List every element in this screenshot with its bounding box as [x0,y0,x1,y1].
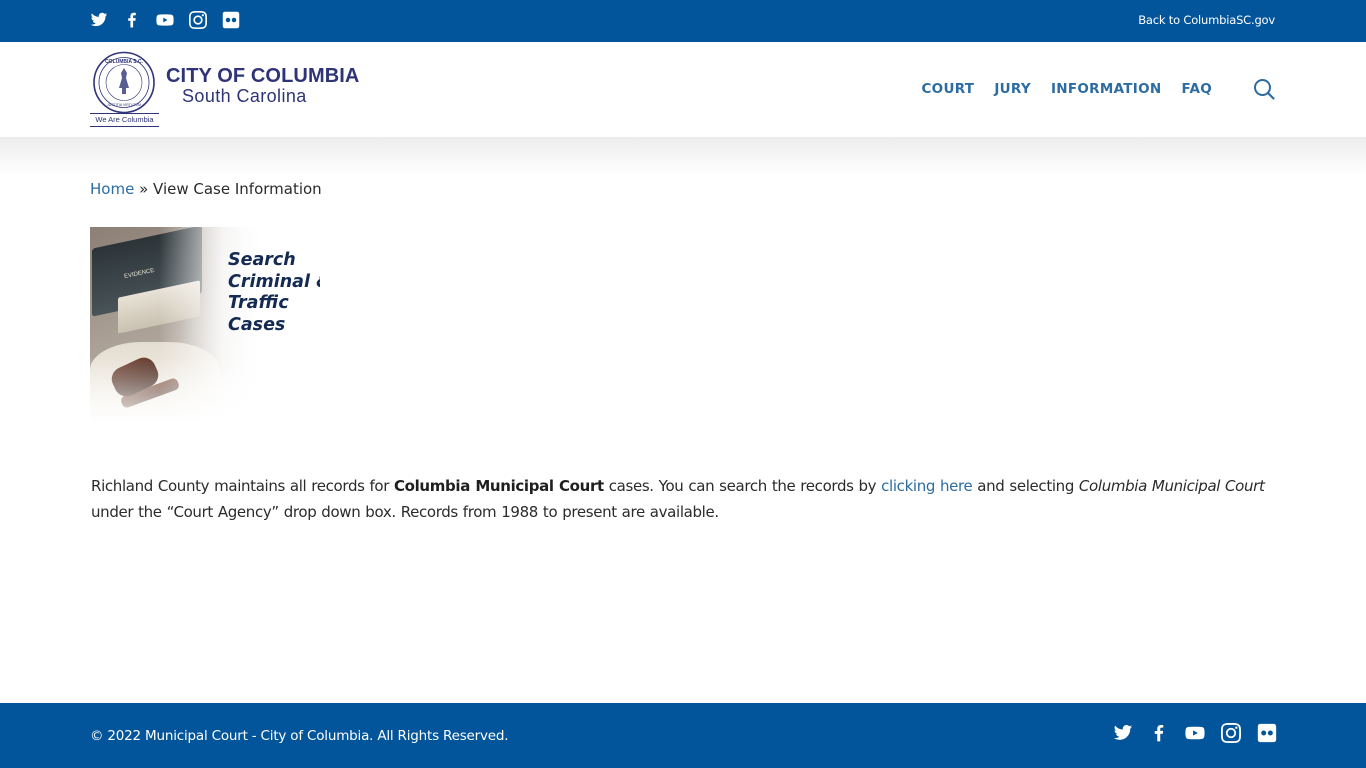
logo-state-name: South Carolina [182,86,307,106]
youtube-icon[interactable] [1185,723,1205,743]
clicking-here-link[interactable]: clicking here [881,477,973,495]
site-header: COLUMBIA S.C. JUSTITIA VIRTUTUM We Are C… [0,42,1366,137]
banner-text: Search Criminal & Traffic Cases [228,250,320,336]
breadcrumb-home[interactable]: Home [90,180,134,198]
breadcrumb-separator: » [134,180,154,198]
flickr-icon[interactable] [1257,723,1277,743]
text-segment: under the “Court Agency” drop down box. … [91,503,719,521]
nav-information[interactable]: INFORMATION [1051,81,1162,97]
banner-line: Cases [228,314,286,335]
text-segment: and selecting [972,477,1079,495]
back-to-columbiasc-link[interactable]: Back to ColumbiaSC.gov [1138,13,1275,27]
instagram-icon[interactable] [1221,723,1241,743]
facebook-icon[interactable] [123,11,141,29]
banner-line: Search [228,250,296,270]
nav-court[interactable]: COURT [921,81,974,97]
svg-text:COLUMBIA S.C.: COLUMBIA S.C. [105,59,143,65]
footer-social-links [1097,723,1277,743]
header-shadow [0,137,1366,175]
city-seal: COLUMBIA S.C. JUSTITIA VIRTUTUM We Are C… [90,51,159,127]
site-logo[interactable]: COLUMBIA S.C. JUSTITIA VIRTUTUM We Are C… [90,51,359,127]
main-nav: COURT JURY INFORMATION FAQ [921,81,1212,97]
logo-city-name: CITY OF COLUMBIA [166,65,360,87]
search-button[interactable] [1253,78,1275,100]
logo-text: CITY OF COLUMBIA South Carolina [166,65,359,105]
nav-faq[interactable]: FAQ [1182,81,1213,97]
case-info-paragraph: Richland County maintains all records fo… [91,473,1281,525]
banner-line: Criminal & [228,271,320,292]
facebook-icon[interactable] [1149,723,1169,743]
text-segment: Richland County maintains all records fo… [91,477,394,495]
court-agency-italic: Columbia Municipal Court [1078,477,1265,495]
top-social-links [90,11,255,29]
twitter-icon[interactable] [90,11,108,29]
twitter-icon[interactable] [1113,723,1133,743]
youtube-icon[interactable] [156,11,174,29]
svg-text:JUSTITIA VIRTUTUM: JUSTITIA VIRTUTUM [107,103,141,107]
nav-jury[interactable]: JURY [994,81,1031,97]
copyright-text: © 2022 Municipal Court - City of Columbi… [90,728,509,744]
breadcrumb-current: View Case Information [153,180,322,198]
banner-line: Traffic [228,293,289,313]
instagram-icon[interactable] [189,11,207,29]
search-cases-banner[interactable]: EVIDENCE Search Criminal & Traffic Cases [90,227,320,427]
search-icon [1254,79,1275,100]
city-seal-icon: COLUMBIA S.C. JUSTITIA VIRTUTUM [93,51,155,114]
flickr-icon[interactable] [222,11,240,29]
top-bar: Back to ColumbiaSC.gov [0,0,1366,42]
court-name-bold: Columbia Municipal Court [394,477,604,495]
breadcrumb: Home » View Case Information [90,180,322,198]
seal-tagline: We Are Columbia [90,113,159,127]
text-segment: cases. You can search the records by [603,477,882,495]
site-footer: © 2022 Municipal Court - City of Columbi… [0,703,1366,768]
